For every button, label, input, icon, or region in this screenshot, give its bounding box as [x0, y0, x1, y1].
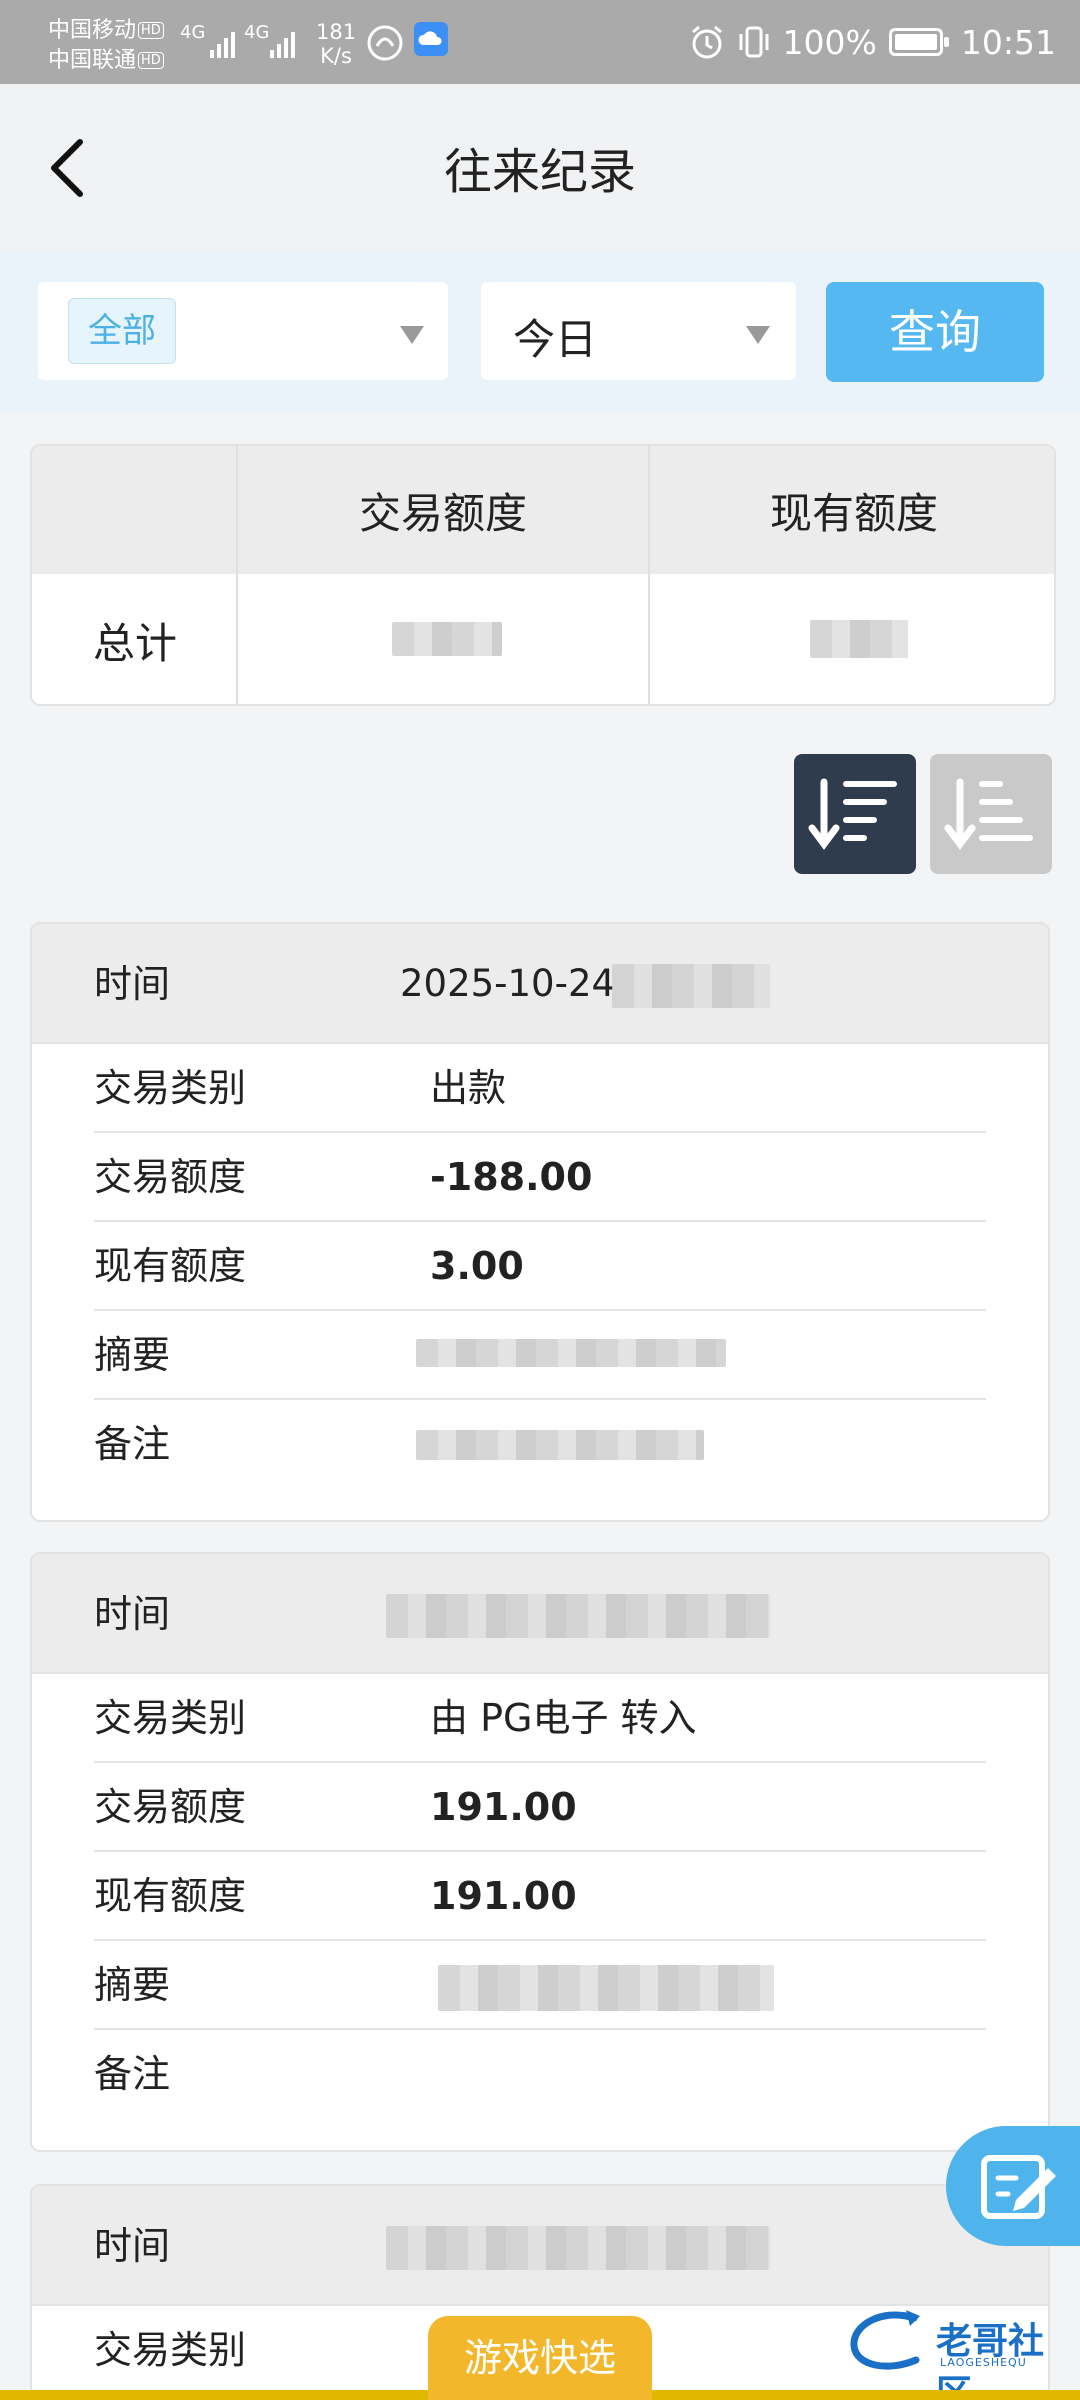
row-value: 3.00 [430, 1244, 524, 1288]
record-row: 备注 [94, 1400, 986, 1489]
type-select[interactable]: 全部 [38, 282, 448, 380]
record-row: 现有额度 191.00 [94, 1852, 986, 1941]
record-row: 交易类别 出款 [94, 1044, 986, 1133]
date-select[interactable]: 今日 [481, 282, 796, 380]
redacted-summary [416, 1339, 726, 1367]
summary-total-label: 总计 [92, 618, 177, 668]
sort-descending-icon[interactable] [794, 754, 916, 874]
redacted-note [416, 1430, 704, 1460]
redacted-total-balance [810, 620, 908, 658]
row-value: 191.00 [430, 1874, 577, 1918]
record-time-row: 时间 [32, 2186, 1048, 2306]
redacted-time [386, 2226, 770, 2270]
record-card: 时间 2025-10-24 交易类别 出款 交易额度 -188.00 现有额度 … [30, 922, 1050, 1522]
record-row: 交易类别 由 PG电子 转入 [94, 1674, 986, 1763]
record-time-label: 时间 [94, 962, 171, 1006]
page-title: 往来纪录 [443, 144, 636, 200]
redacted-time [612, 964, 770, 1008]
hd-badge: HD [138, 52, 164, 69]
vibrate-icon [739, 26, 769, 58]
status-right: 100% 10:51 [689, 0, 1056, 84]
chevron-down-icon [746, 326, 770, 344]
date-select-value: 今日 [513, 315, 598, 364]
carrier-info: 中国移动 HD 中国联通 HD [48, 16, 164, 76]
filter-bar: 全部 今日 查询 [0, 250, 1080, 412]
record-time-value: 2025-10-24 [400, 962, 616, 1005]
redacted-summary [438, 1965, 774, 2011]
row-label: 备注 [94, 1422, 171, 1466]
row-value: 191.00 [430, 1785, 577, 1829]
row-label: 交易类别 [94, 2328, 247, 2372]
record-time-label: 时间 [94, 1592, 171, 1636]
redacted-total-amount [392, 622, 502, 656]
summary-col-balance: 现有额度 [769, 488, 938, 538]
row-value: 由 PG电子 转入 [430, 1696, 697, 1740]
record-time-label: 时间 [94, 2224, 171, 2268]
chevron-down-icon [400, 326, 424, 344]
type-tag-all[interactable]: 全部 [68, 298, 176, 364]
status-bar: 中国移动 HD 中国联通 HD 4G 4G 181 K/s 100% 10:51 [0, 0, 1080, 84]
carrier-1: 中国移动 [48, 18, 137, 43]
row-label: 交易额度 [94, 1785, 247, 1829]
battery-percent: 100% [782, 22, 877, 62]
record-row: 摘要 [94, 1941, 986, 2030]
cloud-app-icon [414, 22, 448, 56]
carrier-2: 中国联通 [48, 48, 137, 73]
query-button[interactable]: 查询 [826, 282, 1044, 382]
record-card: 时间 交易类别 由 PG电子 转入 交易额度 191.00 现有额度 191.0… [30, 1552, 1050, 2152]
edit-note-icon [981, 2155, 1056, 2219]
row-label: 现有额度 [94, 1244, 247, 1288]
row-value: -188.00 [430, 1155, 593, 1199]
record-row: 摘要 [94, 1311, 986, 1400]
hd-badge: HD [138, 22, 164, 39]
summary-col-amount: 交易额度 [358, 488, 527, 538]
dragon-logo-icon [850, 2310, 920, 2370]
row-value: 出款 [430, 1066, 507, 1110]
clock: 10:51 [960, 22, 1056, 62]
record-row: 交易额度 191.00 [94, 1763, 986, 1852]
watermark-logo: 老哥社区 LAOGESHEQU [844, 2302, 1070, 2400]
app-header: 往来纪录 [0, 84, 1080, 250]
signal-1-icon: 4G [180, 22, 235, 63]
record-time-row: 时间 [32, 1554, 1048, 1674]
row-label: 交易额度 [94, 1155, 247, 1199]
edit-button[interactable] [946, 2126, 1080, 2246]
row-label: 现有额度 [94, 1874, 247, 1918]
sort-ascending-icon[interactable] [930, 754, 1052, 874]
record-row: 现有额度 3.00 [94, 1222, 986, 1311]
row-label: 备注 [94, 2052, 171, 2096]
signal-2-icon: 4G [244, 22, 295, 63]
game-quick-select-button[interactable]: 游戏快选 [428, 2316, 652, 2400]
row-label: 交易类别 [94, 1066, 247, 1110]
assistant-icon [367, 25, 403, 61]
battery-icon [888, 28, 949, 56]
summary-table: 交易额度 现有额度 总计 [30, 444, 1056, 706]
row-label: 摘要 [94, 1963, 171, 2007]
row-label: 摘要 [94, 1333, 171, 1377]
record-row: 备注 [94, 2030, 986, 2119]
network-speed: 181 K/s [316, 20, 357, 68]
row-label: 交易类别 [94, 1696, 247, 1740]
record-row: 交易额度 -188.00 [94, 1133, 986, 1222]
watermark-subtext: LAOGESHEQU [940, 2356, 1027, 2369]
record-time-row: 时间 2025-10-24 [32, 924, 1048, 1044]
redacted-time [386, 1594, 770, 1638]
alarm-icon [691, 25, 722, 59]
